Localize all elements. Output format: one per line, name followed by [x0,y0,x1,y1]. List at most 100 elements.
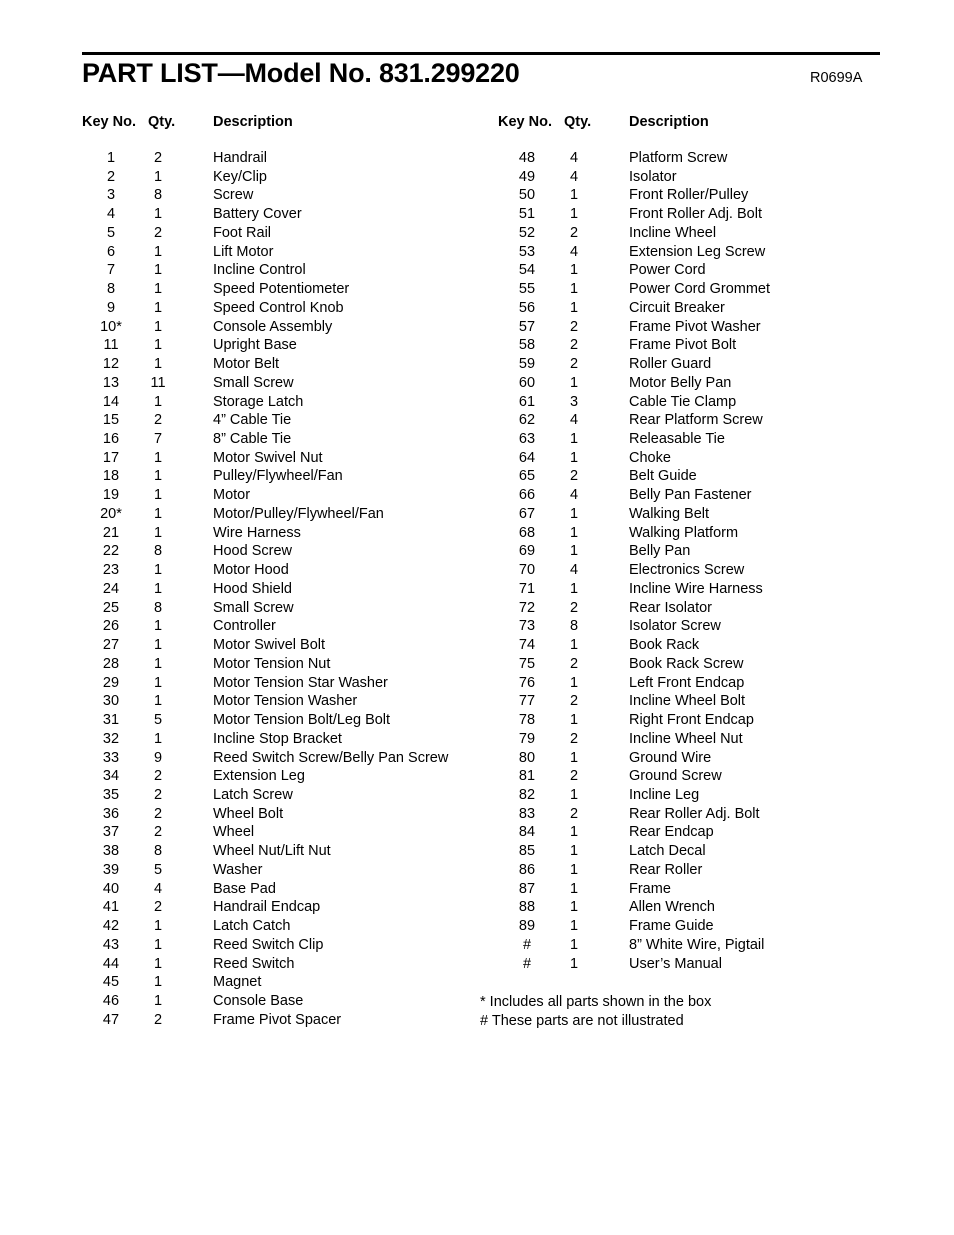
part-quantity: 5 [153,712,163,729]
part-quantity: 1 [153,693,163,710]
part-quantity: 1 [569,431,579,448]
part-quantity: 2 [153,786,163,803]
part-description: Rear Isolator [629,599,713,616]
part-quantity: 1 [569,674,579,691]
part-quantity: 1 [569,299,579,316]
part-quantity: 1 [569,524,579,541]
part-key-number: # [522,936,532,953]
part-quantity: 8 [153,187,163,204]
part-description: Electronics Screw [629,562,745,579]
footnote-text: # These parts are not illustrated [480,1012,684,1029]
part-description: Upright Base [213,337,297,354]
part-description: Base Pad [213,880,276,897]
part-quantity: 1 [569,637,579,654]
part-quantity: 1 [569,918,579,935]
part-description: Extension Leg [213,768,305,785]
part-quantity: 1 [569,786,579,803]
part-key-number: 22 [102,543,120,560]
part-quantity: 1 [569,824,579,841]
part-key-number: 74 [518,637,536,654]
part-description: Frame Pivot Spacer [213,1011,342,1028]
part-description: 8” Cable Tie [213,431,292,448]
part-quantity: 1 [569,936,579,953]
part-quantity: 1 [153,487,163,504]
part-key-number: 4 [106,206,116,223]
part-key-number: 42 [102,918,120,935]
part-description: Allen Wrench [629,899,715,916]
part-quantity: 2 [153,412,163,429]
part-description: Walking Platform [629,524,739,541]
part-key-number: 77 [518,693,536,710]
part-description: Reed Switch Clip [213,936,324,953]
part-key-number: 51 [518,206,536,223]
part-quantity: 2 [153,824,163,841]
part-description: Rear Roller [629,861,703,878]
part-key-number: 46 [102,993,120,1010]
part-key-number: 76 [518,674,536,691]
part-key-number: 36 [102,805,120,822]
part-key-number: 80 [518,749,536,766]
part-description: Reed Switch Screw/Belly Pan Screw [213,749,449,766]
part-description: Cable Tie Clamp [629,393,737,410]
part-description: 4” Cable Tie [213,412,292,429]
part-quantity: 1 [153,356,163,373]
part-key-number: 73 [518,618,536,635]
part-key-number: 1 [106,150,116,166]
part-key-number: 39 [102,861,120,878]
part-description: Front Roller/Pulley [629,187,749,204]
part-quantity: 2 [569,224,579,241]
part-key-number: 58 [518,337,536,354]
part-description: Isolator [629,168,677,185]
part-quantity: 4 [569,412,579,429]
part-quantity: 1 [153,936,163,953]
part-description: Rear Platform Screw [629,412,763,429]
part-key-number: 18 [102,468,120,485]
part-key-number: 40 [102,880,120,897]
part-description: Storage Latch [213,393,304,410]
title-divider-rule [82,52,880,55]
part-description: Motor Tension Bolt/Leg Bolt [213,712,391,729]
part-quantity: 1 [153,337,163,354]
part-description: Motor Tension Washer [213,693,358,710]
part-description: Frame Guide [629,918,714,935]
part-description: Wheel Nut/Lift Nut [213,843,331,860]
part-quantity: 8 [153,543,163,560]
part-quantity: 1 [153,299,163,316]
part-key-number: 41 [102,899,120,916]
part-quantity: 1 [153,206,163,223]
part-description: Circuit Breaker [629,299,725,316]
part-key-number: 49 [518,168,536,185]
part-description: 8” White Wire, Pigtail [629,936,765,953]
part-key-number: 52 [518,224,536,241]
part-description: Frame Pivot Bolt [629,337,737,354]
part-quantity: 1 [153,318,163,335]
part-quantity: 1 [153,524,163,541]
part-key-number: 66 [518,487,536,504]
part-quantity: 1 [153,730,163,747]
part-key-number: 75 [518,655,536,672]
part-quantity: 2 [569,599,579,616]
part-key-number: 43 [102,936,120,953]
part-description: Reed Switch [213,955,295,972]
part-quantity: 1 [569,449,579,466]
part-description: Speed Control Knob [213,299,344,316]
part-quantity: 2 [569,655,579,672]
part-key-number: 87 [518,880,536,897]
part-description: Frame [629,880,671,897]
part-key-number: 54 [518,262,536,279]
part-description: Pulley/Flywheel/Fan [213,468,343,485]
part-key-number: 85 [518,843,536,860]
part-key-number: 81 [518,768,536,785]
part-key-number: 68 [518,524,536,541]
part-quantity: 1 [569,206,579,223]
part-key-number: 44 [102,955,120,972]
part-key-number: 64 [518,449,536,466]
part-key-number: 27 [102,637,120,654]
part-description: Motor Belt [213,356,280,373]
part-quantity: 2 [569,356,579,373]
part-quantity: 1 [153,955,163,972]
part-quantity: 1 [153,281,163,298]
part-quantity: 1 [153,618,163,635]
part-quantity: 1 [153,993,163,1010]
part-key-number: 8 [106,281,116,298]
